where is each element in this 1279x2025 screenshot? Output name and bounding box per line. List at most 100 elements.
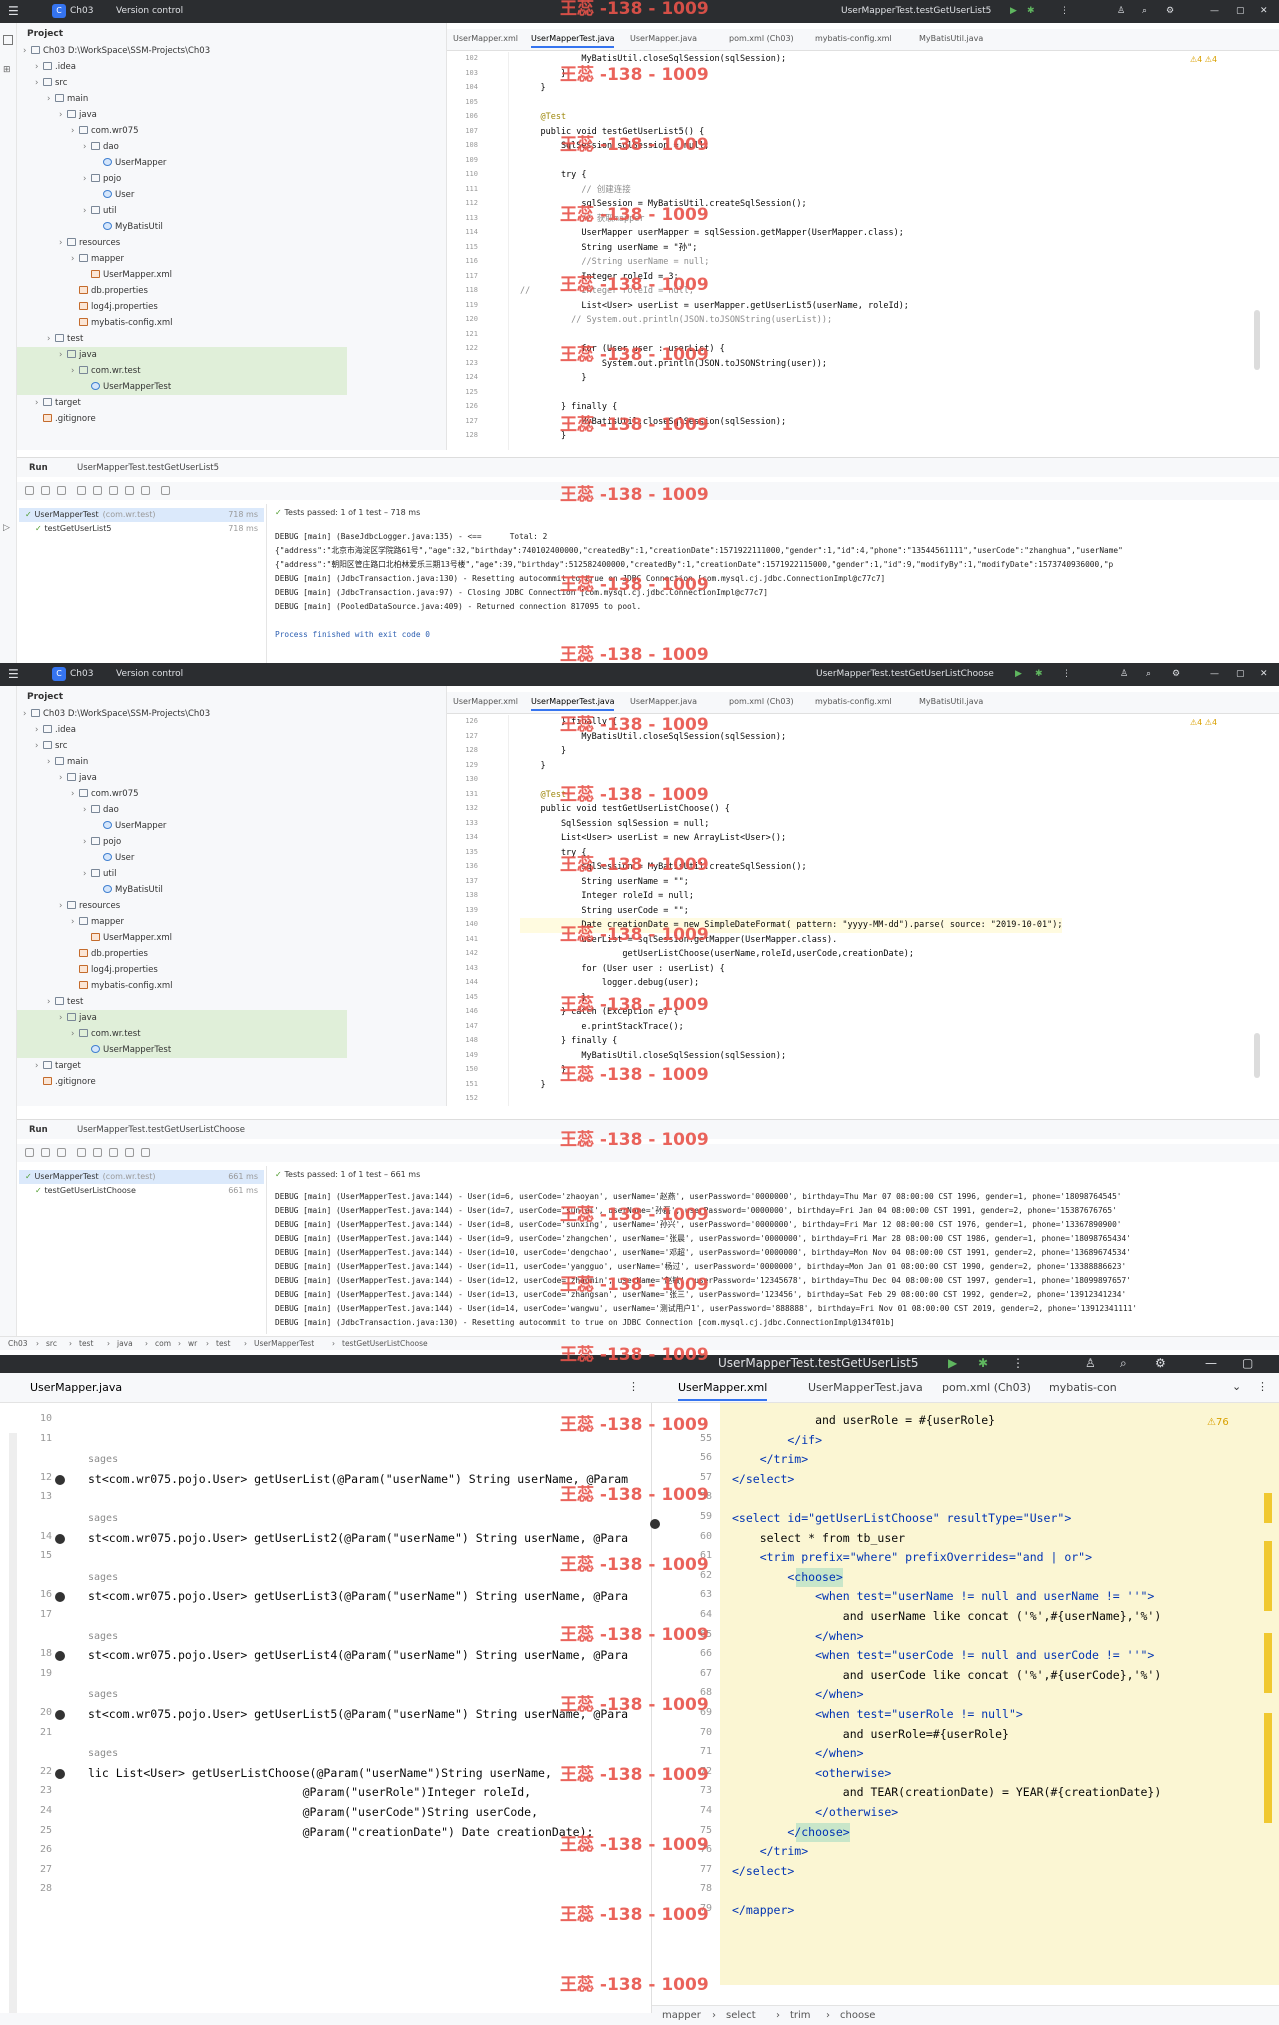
expand-arrow-icon[interactable]: › — [59, 1010, 67, 1026]
tree-item[interactable]: › com.wr.test — [17, 1026, 347, 1042]
settings-icon[interactable]: ⚙ — [1155, 1356, 1166, 1370]
editor-tab[interactable]: mybatis-config.xml — [815, 697, 892, 706]
tab-usermapper-java[interactable]: UserMapper.java — [30, 1381, 122, 1394]
tree-item[interactable]: › java — [17, 770, 347, 786]
breadcrumb-item[interactable]: trim — [790, 2010, 811, 2021]
editor-scrollbar[interactable] — [1254, 1033, 1260, 1078]
expand-arrow-icon[interactable]: › — [71, 914, 79, 930]
expand-arrow-icon[interactable]: › — [47, 331, 55, 347]
find-icon[interactable] — [161, 486, 170, 495]
tree-item[interactable]: db.properties — [17, 946, 347, 962]
code-line[interactable]: @Param("userRole")Integer roleId, — [88, 1783, 531, 1802]
code-line[interactable]: </if> — [732, 1431, 822, 1450]
more-icon[interactable]: ⋮ — [628, 1380, 639, 1393]
more-icon[interactable]: ⋮ — [1257, 1380, 1268, 1393]
expand-arrow-icon[interactable]: › — [35, 75, 43, 91]
expand-arrow-icon[interactable]: › — [47, 91, 55, 107]
implementation-icon[interactable] — [55, 1533, 65, 1544]
code-line[interactable]: st<com.wr075.pojo.User> getUserList2(@Pa… — [88, 1529, 628, 1548]
editor-tab[interactable]: mybatis-config.xml — [815, 34, 892, 43]
implementation-icon[interactable] — [55, 1768, 65, 1779]
expand-arrow-icon[interactable]: › — [59, 107, 67, 123]
tree-item[interactable]: › resources — [17, 235, 347, 251]
code-line[interactable]: <choose> — [732, 1567, 843, 1587]
tree-item[interactable]: › target — [17, 1058, 347, 1074]
code-editor[interactable]: } finally { MyBatisUtil.closeSqlSession(… — [520, 715, 1260, 1106]
stop-icon[interactable] — [57, 486, 66, 495]
code-line[interactable]: try { — [520, 168, 587, 183]
editor-tab[interactable]: UserMapper.xml — [453, 697, 518, 706]
code-line[interactable]: Integer roleId = null; — [520, 889, 694, 904]
expand-arrow-icon[interactable]: › — [47, 754, 55, 770]
more-icon[interactable]: ⋮ — [1060, 6, 1069, 16]
code-line[interactable]: UserMapper userMapper = sqlSession.getMa… — [520, 226, 903, 241]
show-ignored-icon[interactable] — [93, 486, 102, 495]
tree-item[interactable]: › target — [17, 395, 347, 411]
settings-icon[interactable]: ⚙ — [1166, 6, 1174, 16]
code-line[interactable]: // System.out.println(JSON.toJSONString(… — [520, 313, 832, 328]
stop-icon[interactable] — [57, 1148, 66, 1157]
search-icon[interactable]: ⌕ — [1146, 669, 1151, 679]
code-line[interactable]: </when> — [732, 1744, 863, 1763]
editor-tab[interactable]: UserMapperTest.java — [531, 34, 615, 48]
code-line[interactable]: SqlSession sqlSession = null; — [520, 817, 709, 832]
code-line[interactable]: sages — [88, 1744, 118, 1763]
code-line[interactable]: <when test="userCode != null and userCod… — [732, 1646, 1154, 1665]
tree-item[interactable]: › com.wr075 — [17, 786, 347, 802]
rerun-icon[interactable] — [25, 1148, 34, 1157]
code-line[interactable]: st<com.wr075.pojo.User> getUserList(@Par… — [88, 1470, 628, 1489]
more-icon[interactable]: ⋮ — [1062, 669, 1071, 679]
code-line[interactable]: sages — [88, 1627, 118, 1646]
code-line[interactable]: st<com.wr075.pojo.User> getUserList4(@Pa… — [88, 1646, 628, 1665]
editor-tab[interactable]: MyBatisUtil.java — [919, 697, 983, 706]
code-line[interactable]: } — [520, 744, 566, 759]
maximize-icon[interactable]: ▢ — [1236, 6, 1245, 16]
run-icon[interactable]: ▶ — [1015, 669, 1022, 679]
code-line[interactable]: and TEAR(creationDate) = YEAR(#{creation… — [732, 1783, 1162, 1802]
code-line[interactable]: } — [520, 81, 545, 96]
code-line[interactable]: e.printStackTrace(); — [520, 1020, 683, 1035]
tree-item[interactable]: › main — [17, 754, 347, 770]
breadcrumb-item[interactable]: com — [155, 1339, 171, 1348]
rerun-icon[interactable] — [25, 486, 34, 495]
expand-icon[interactable] — [141, 1148, 150, 1157]
run-tab[interactable]: Run — [29, 1125, 48, 1135]
run-config-tab[interactable]: UserMapperTest.testGetUserListChoose — [77, 1125, 245, 1135]
tree-item[interactable]: › Ch03 D:\WorkSpace\SSM-Projects\Ch03 — [17, 706, 347, 722]
code-line[interactable]: </select> — [732, 1470, 794, 1489]
code-line[interactable]: } — [520, 759, 545, 774]
tree-item[interactable]: › mapper — [17, 914, 347, 930]
tree-item[interactable]: log4j.properties — [17, 299, 347, 315]
rerun-failed-icon[interactable] — [41, 1148, 50, 1157]
expand-arrow-icon[interactable]: › — [83, 171, 91, 187]
tree-item[interactable]: › src — [17, 75, 347, 91]
editor-scrollbar[interactable] — [1254, 310, 1260, 370]
tree-item[interactable]: › java — [17, 1010, 347, 1026]
code-line[interactable]: String userName = "孙"; — [520, 241, 697, 256]
expand-arrow-icon[interactable]: › — [71, 363, 79, 379]
code-line[interactable]: <otherwise> — [732, 1764, 891, 1783]
code-editor[interactable]: MyBatisUtil.closeSqlSession(sqlSession);… — [520, 52, 1260, 450]
editor-tab[interactable]: UserMapper.xml — [678, 1381, 768, 1401]
code-line[interactable]: @Param("creationDate") Date creationDate… — [88, 1823, 594, 1842]
account-icon[interactable]: ♙ — [1117, 6, 1125, 16]
code-line[interactable]: </trim> — [732, 1450, 808, 1469]
show-passed-icon[interactable] — [77, 486, 86, 495]
editor-tab[interactable]: pom.xml (Ch03) — [729, 34, 794, 43]
code-line[interactable]: <when test="userName != null and userNam… — [732, 1587, 1154, 1606]
tree-item[interactable]: › util — [17, 203, 347, 219]
code-line[interactable]: sages — [88, 1450, 118, 1469]
tree-item[interactable]: User — [17, 187, 347, 203]
search-icon[interactable]: ⌕ — [1120, 1356, 1127, 1371]
left-scrollbar-track[interactable] — [0, 2013, 652, 2025]
code-line[interactable]: lic List<User> getUserListChoose(@Param(… — [88, 1764, 552, 1783]
expand-arrow-icon[interactable]: › — [35, 395, 43, 411]
tree-item[interactable]: › .idea — [17, 722, 347, 738]
code-line[interactable]: String userCode = ""; — [520, 904, 688, 919]
tree-item[interactable]: UserMapper.xml — [17, 267, 347, 283]
tree-item[interactable]: › dao — [17, 139, 347, 155]
implementation-icon[interactable] — [650, 1519, 660, 1529]
code-line[interactable]: st<com.wr075.pojo.User> getUserList5(@Pa… — [88, 1705, 628, 1724]
run-config-tab[interactable]: UserMapperTest.testGetUserList5 — [77, 463, 219, 473]
code-line[interactable]: <select id="getUserListChoose" resultTyp… — [732, 1509, 1071, 1528]
